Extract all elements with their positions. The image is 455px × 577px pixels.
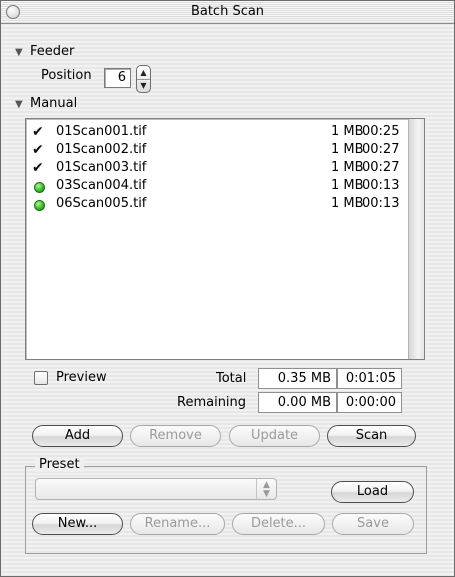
file-time: 00:13 [362,178,400,193]
scan-button[interactable]: Scan [327,425,416,447]
add-button[interactable]: Add [32,425,123,447]
list-scrollbar[interactable] [408,119,424,359]
total-size-field: 0.35 MB [258,368,337,389]
list-item[interactable]: ✔ 01Scan001.tif 1 MB 00:25 [26,124,410,142]
remaining-size-field: 0.00 MB [258,392,337,413]
feeder-disclosure[interactable]: ▼ Feeder [15,44,74,59]
file-time: 00:25 [362,124,400,139]
stepper-up-icon[interactable]: ▲ [137,66,150,80]
file-name: 01Scan002.tif [56,142,147,157]
window-title: Batch Scan [190,4,265,19]
batch-scan-window: Batch Scan ▼ Feeder Position 6 ▲ ▼ ▼ Manua… [0,0,455,577]
checkmark-icon: ✔ [32,124,44,140]
new-preset-button[interactable]: New... [32,513,123,535]
file-time: 00:13 [362,196,400,211]
checkmark-icon: ✔ [32,142,44,158]
position-stepper[interactable]: ▲ ▼ [136,65,151,93]
stepper-down-icon[interactable]: ▼ [137,79,150,92]
file-size: 1 MB [331,124,364,139]
delete-preset-button[interactable]: Delete... [232,513,325,535]
preset-group-title: Preset [35,457,84,472]
green-dot-icon [34,182,45,193]
disclosure-triangle-icon: ▼ [15,99,23,110]
file-size: 1 MB [331,160,364,175]
file-list[interactable]: ✔ 01Scan001.tif 1 MB 00:25 ✔ 01Scan002.t… [25,118,425,360]
feeder-label: Feeder [30,44,75,59]
popup-arrows-icon: ▲ ▼ [256,479,276,499]
file-name: 01Scan003.tif [56,160,147,175]
list-item[interactable]: ✔ 01Scan002.tif 1 MB 00:27 [26,142,410,160]
preview-label: Preview [56,370,107,385]
remaining-time-field: 0:00:00 [337,392,402,413]
update-button[interactable]: Update [229,425,320,447]
file-size: 1 MB [331,142,364,157]
file-name: 03Scan004.tif [56,178,147,193]
file-time: 00:27 [362,142,400,157]
title-bar[interactable]: Batch Scan [1,1,454,24]
remove-button[interactable]: Remove [130,425,221,447]
total-label: Total [216,371,247,386]
file-name: 01Scan001.tif [56,124,147,139]
position-label: Position [41,68,92,83]
file-size: 1 MB [331,178,364,193]
total-time-field: 0:01:05 [337,368,402,389]
file-time: 00:27 [362,160,400,175]
list-item[interactable]: ✔ 01Scan003.tif 1 MB 00:27 [26,160,410,178]
list-item[interactable]: 03Scan004.tif 1 MB 00:13 [26,178,410,196]
save-preset-button[interactable]: Save [332,513,414,535]
file-name: 06Scan005.tif [56,196,147,211]
list-item[interactable]: 06Scan005.tif 1 MB 00:13 [26,196,410,214]
preview-checkbox[interactable] [34,371,48,385]
load-button[interactable]: Load [331,481,414,503]
remaining-label: Remaining [177,395,247,410]
disclosure-triangle-icon: ▼ [15,47,23,58]
preset-popup[interactable]: ▲ ▼ [35,478,277,500]
manual-label: Manual [30,96,78,111]
rename-preset-button[interactable]: Rename... [130,513,225,535]
green-dot-icon [34,200,45,211]
manual-disclosure[interactable]: ▼ Manual [15,96,77,111]
position-input[interactable]: 6 [104,68,131,88]
file-size: 1 MB [331,196,364,211]
checkmark-icon: ✔ [32,160,44,176]
